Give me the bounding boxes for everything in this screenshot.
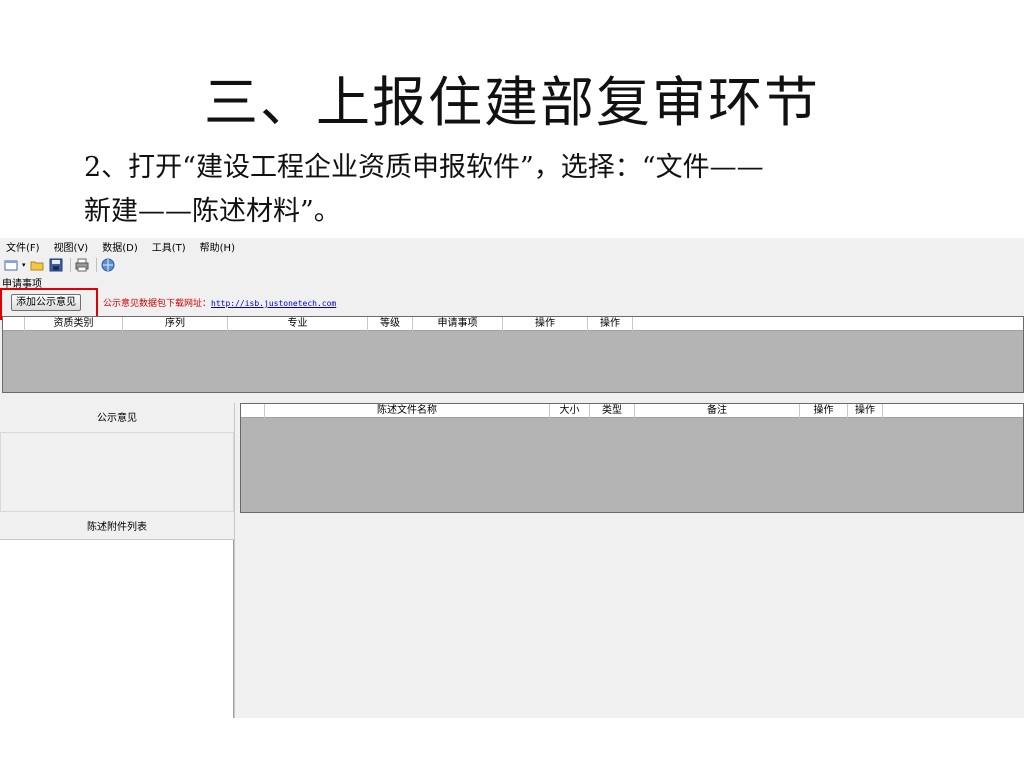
column-header[interactable]: 操作 [588,317,633,331]
opinion-panel[interactable] [0,432,234,512]
column-header[interactable]: 操作 [848,404,883,418]
grid-header: 资质类别 序列 专业 等级 申请事项 操作 操作 [3,317,1023,331]
download-label: 公示意见数据包下载网址： [103,299,212,309]
menu-help[interactable]: 帮助(H) [200,239,235,254]
column-header[interactable]: 申请事项 [413,317,503,331]
column-header[interactable]: 操作 [503,317,588,331]
menu-view[interactable]: 视图(V) [54,239,89,254]
instruction-line-2: 新建——陈述材料”。 [84,196,341,227]
menu-tools[interactable]: 工具(T) [152,239,186,254]
print-icon[interactable] [74,257,90,273]
statement-files-grid[interactable]: 陈述文件名称 大小 类型 备注 操作 操作 [240,403,1024,513]
column-header[interactable]: 类型 [590,404,635,418]
add-opinion-button[interactable]: 添加公示意见 [11,294,81,311]
slide-title: 三、上报住建部复审环节 [204,71,820,134]
menu-file[interactable]: 文件(F) [6,239,40,254]
open-folder-icon[interactable] [29,257,45,273]
new-icon[interactable] [3,257,19,273]
column-header[interactable]: 操作 [800,404,848,418]
column-header[interactable]: 陈述文件名称 [265,404,550,418]
panel-divider[interactable] [234,403,235,718]
column-header[interactable]: 序列 [123,317,228,331]
download-link[interactable]: http://isb.justonetech.com [211,299,336,308]
save-icon[interactable] [48,257,64,273]
column-header[interactable]: 专业 [228,317,368,331]
attachment-list[interactable] [0,540,234,718]
column-header[interactable]: 备注 [635,404,800,418]
row-selector-header [241,404,265,418]
opinion-panel-title: 公示意见 [0,406,234,432]
row-selector-header [3,317,25,331]
column-header[interactable]: 资质类别 [25,317,123,331]
globe-icon[interactable] [100,257,116,273]
toolbar-divider [69,258,71,272]
instruction-line-1: 2、打开“建设工程企业资质申报软件”，选择：“文件—— [84,152,764,183]
slide-instructions: 2、打开“建设工程企业资质申报软件”，选择：“文件—— 新建——陈述材料”。 [84,146,994,234]
qualification-grid[interactable]: 资质类别 序列 专业 等级 申请事项 操作 操作 [2,316,1024,393]
attachment-panel-title: 陈述附件列表 [0,516,234,540]
column-header[interactable]: 等级 [368,317,413,331]
grid-header: 陈述文件名称 大小 类型 备注 操作 操作 [241,404,1023,418]
toolbar: ▾ [0,255,1024,275]
menu-bar: 文件(F) 视图(V) 数据(D) 工具(T) 帮助(H) [0,238,1024,255]
toolbar-divider [95,258,97,272]
column-header[interactable]: 大小 [550,404,590,418]
app-window: 文件(F) 视图(V) 数据(D) 工具(T) 帮助(H) ▾ 申请事项 添加公… [0,238,1024,718]
download-notice: 公示意见数据包下载网址：http://isb.justonetech.com [103,296,336,309]
menu-data[interactable]: 数据(D) [102,239,138,254]
chevron-down-icon[interactable]: ▾ [22,261,26,269]
